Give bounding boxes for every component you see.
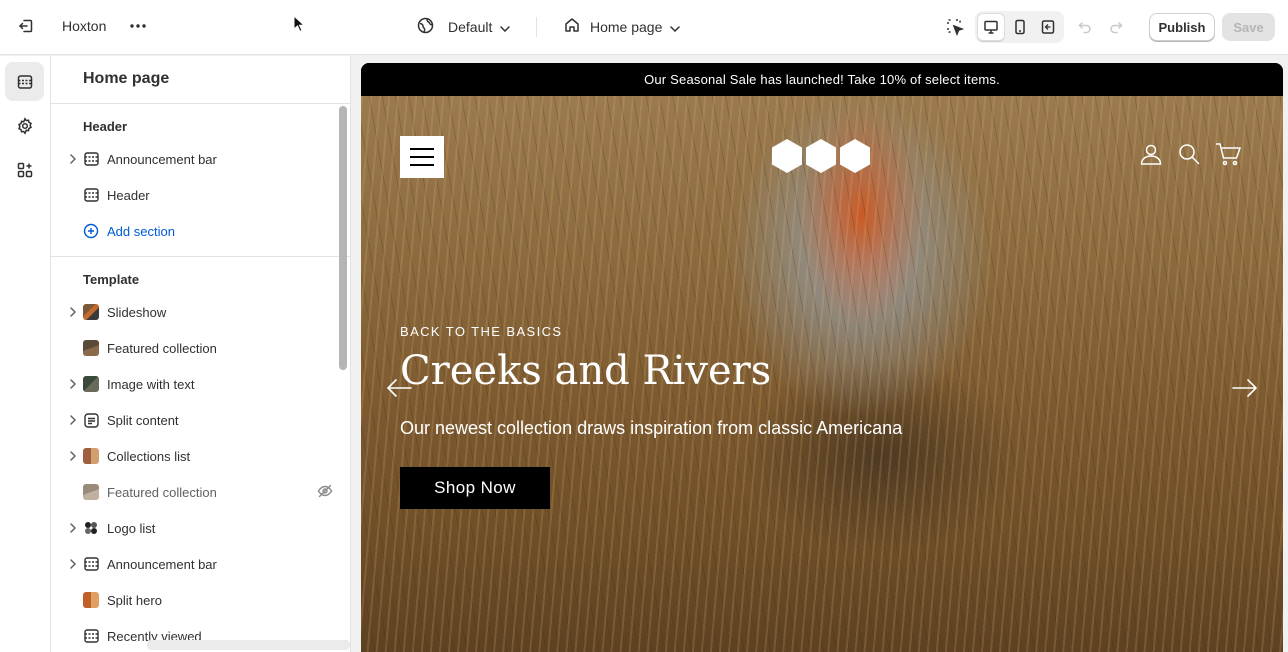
arrow-right-icon[interactable]: [1232, 378, 1258, 401]
theme-select-label: Default: [448, 19, 493, 35]
hero-subtitle: Our newest collection draws inspiration …: [400, 418, 903, 438]
image-thumb-icon: [83, 376, 99, 392]
mouse-cursor-icon: [293, 15, 305, 33]
section-row[interactable]: Featured collection: [63, 330, 339, 366]
section-row[interactable]: Slideshow: [63, 294, 339, 330]
section-label: Image with text: [107, 376, 195, 392]
sections-icon[interactable]: [5, 62, 44, 101]
section-label: Announcement bar: [107, 151, 217, 167]
chevron-right-icon[interactable]: [63, 379, 83, 389]
chevron-right-icon[interactable]: [63, 307, 83, 317]
section-label: Logo list: [107, 520, 156, 536]
undo-icon[interactable]: [1071, 13, 1099, 41]
section-row[interactable]: Featured collection: [63, 474, 339, 510]
section-row[interactable]: Split content: [63, 402, 339, 438]
sections-sidebar: Home page Header Announcement bar Header…: [51, 56, 351, 652]
section-label: Split content: [107, 412, 179, 428]
section-row[interactable]: Image with text: [63, 366, 339, 402]
horizontal-scrollbar[interactable]: [147, 640, 350, 650]
section-row[interactable]: Split hero: [63, 582, 339, 618]
top-bar: Hoxton Default Home page Publish Save: [0, 0, 1288, 55]
section-layout-icon: [83, 187, 99, 203]
add-section-button[interactable]: Add section: [63, 213, 339, 249]
chevron-right-icon[interactable]: [63, 559, 83, 569]
store-name[interactable]: Hoxton: [62, 18, 106, 34]
section-layout-icon: [83, 628, 99, 644]
split-hero-thumb-icon: [83, 592, 99, 608]
collections-thumb-icon: [83, 448, 99, 464]
desktop-icon[interactable]: [977, 13, 1005, 41]
shop-now-button[interactable]: Shop Now: [400, 467, 550, 509]
chevron-down-icon: [500, 19, 511, 35]
chevron-right-icon[interactable]: [63, 523, 83, 533]
announcement-bar[interactable]: Our Seasonal Sale has launched! Take 10%…: [361, 63, 1283, 96]
group-title-header: Header: [83, 119, 128, 134]
save-button[interactable]: Save: [1222, 13, 1275, 41]
chevron-right-icon[interactable]: [63, 451, 83, 461]
section-label: Slideshow: [107, 304, 167, 320]
section-label: Header: [107, 187, 150, 203]
divider: [51, 103, 350, 104]
slideshow-thumb-icon: [83, 304, 99, 320]
section-label: Split hero: [107, 592, 162, 608]
inspector-icon[interactable]: [941, 13, 969, 41]
chevron-right-icon[interactable]: [63, 415, 83, 425]
eye-hidden-icon[interactable]: [317, 484, 333, 501]
exit-icon[interactable]: [12, 12, 40, 40]
section-label: Collections list: [107, 448, 191, 464]
store-logo[interactable]: [771, 138, 873, 177]
page-select[interactable]: Home page: [564, 17, 681, 36]
section-label: Featured collection: [107, 340, 217, 356]
section-layout-icon: [83, 151, 99, 167]
section-label: Announcement bar: [107, 556, 217, 572]
cart-icon[interactable]: [1215, 142, 1242, 169]
divider: [51, 256, 350, 257]
store-preview: Our Seasonal Sale has launched! Take 10%…: [361, 63, 1283, 652]
hero-eyebrow: BACK TO THE BASICS: [400, 324, 563, 339]
section-row[interactable]: Logo list: [63, 510, 339, 546]
collection-thumb-icon: [83, 484, 99, 500]
home-icon: [564, 17, 580, 36]
chevron-right-icon[interactable]: [63, 154, 83, 164]
publish-button[interactable]: Publish: [1149, 13, 1215, 41]
fullscreen-icon[interactable]: [1034, 13, 1062, 41]
section-label: Featured collection: [107, 484, 217, 500]
globe-icon: [417, 17, 434, 37]
hamburger-menu-icon[interactable]: [400, 136, 444, 178]
more-actions-icon[interactable]: [124, 12, 152, 40]
section-row[interactable]: Header: [63, 177, 339, 213]
section-layout-icon: [83, 556, 99, 572]
sidebar-title: Home page: [83, 70, 170, 87]
theme-select[interactable]: Default: [417, 17, 511, 37]
section-row[interactable]: Announcement bar: [63, 546, 339, 582]
header-icons: [1139, 142, 1242, 169]
account-icon[interactable]: [1139, 142, 1163, 169]
chevron-down-icon: [670, 19, 681, 35]
sidebar-scrollbar[interactable]: [339, 106, 347, 370]
search-icon[interactable]: [1177, 142, 1201, 169]
settings-icon[interactable]: [5, 106, 44, 145]
device-toggle: [975, 11, 1064, 43]
left-rail: [0, 56, 51, 652]
section-row[interactable]: Announcement bar: [63, 141, 339, 177]
section-row[interactable]: Collections list: [63, 438, 339, 474]
redo-icon[interactable]: [1102, 13, 1130, 41]
add-section-label: Add section: [107, 223, 175, 239]
add-circle-icon: [83, 223, 99, 239]
mobile-icon[interactable]: [1006, 13, 1034, 41]
collection-thumb-icon: [83, 340, 99, 356]
divider: [536, 17, 537, 37]
group-title-template: Template: [83, 272, 140, 287]
apps-icon[interactable]: [5, 150, 44, 189]
hero-title: Creeks and Rivers: [400, 348, 772, 394]
logo-thumb-icon: [83, 520, 99, 536]
page-select-label: Home page: [590, 18, 663, 35]
arrow-left-icon[interactable]: [386, 378, 412, 401]
text-block-icon: [83, 412, 99, 428]
hero-slideshow[interactable]: BACK TO THE BASICS Creeks and Rivers Our…: [361, 96, 1283, 652]
